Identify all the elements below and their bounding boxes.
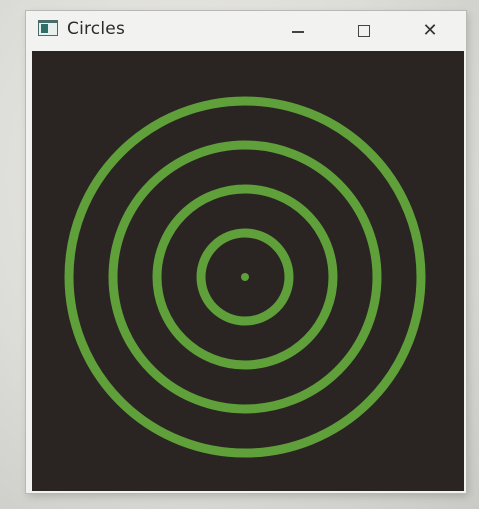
- drawing-canvas: [32, 51, 464, 491]
- maximize-icon: [358, 25, 370, 37]
- app-window: Circles ✕: [26, 11, 466, 493]
- close-icon: ✕: [422, 20, 438, 41]
- center-dot: [241, 273, 249, 281]
- circles-drawing: [64, 96, 426, 458]
- app-window-icon: [38, 20, 58, 36]
- minimize-button[interactable]: [268, 11, 328, 51]
- minimize-icon: [292, 31, 304, 33]
- window-title: Circles: [67, 19, 125, 39]
- maximize-button[interactable]: [334, 11, 394, 51]
- title-bar[interactable]: Circles ✕: [26, 11, 466, 51]
- close-button[interactable]: ✕: [400, 11, 460, 51]
